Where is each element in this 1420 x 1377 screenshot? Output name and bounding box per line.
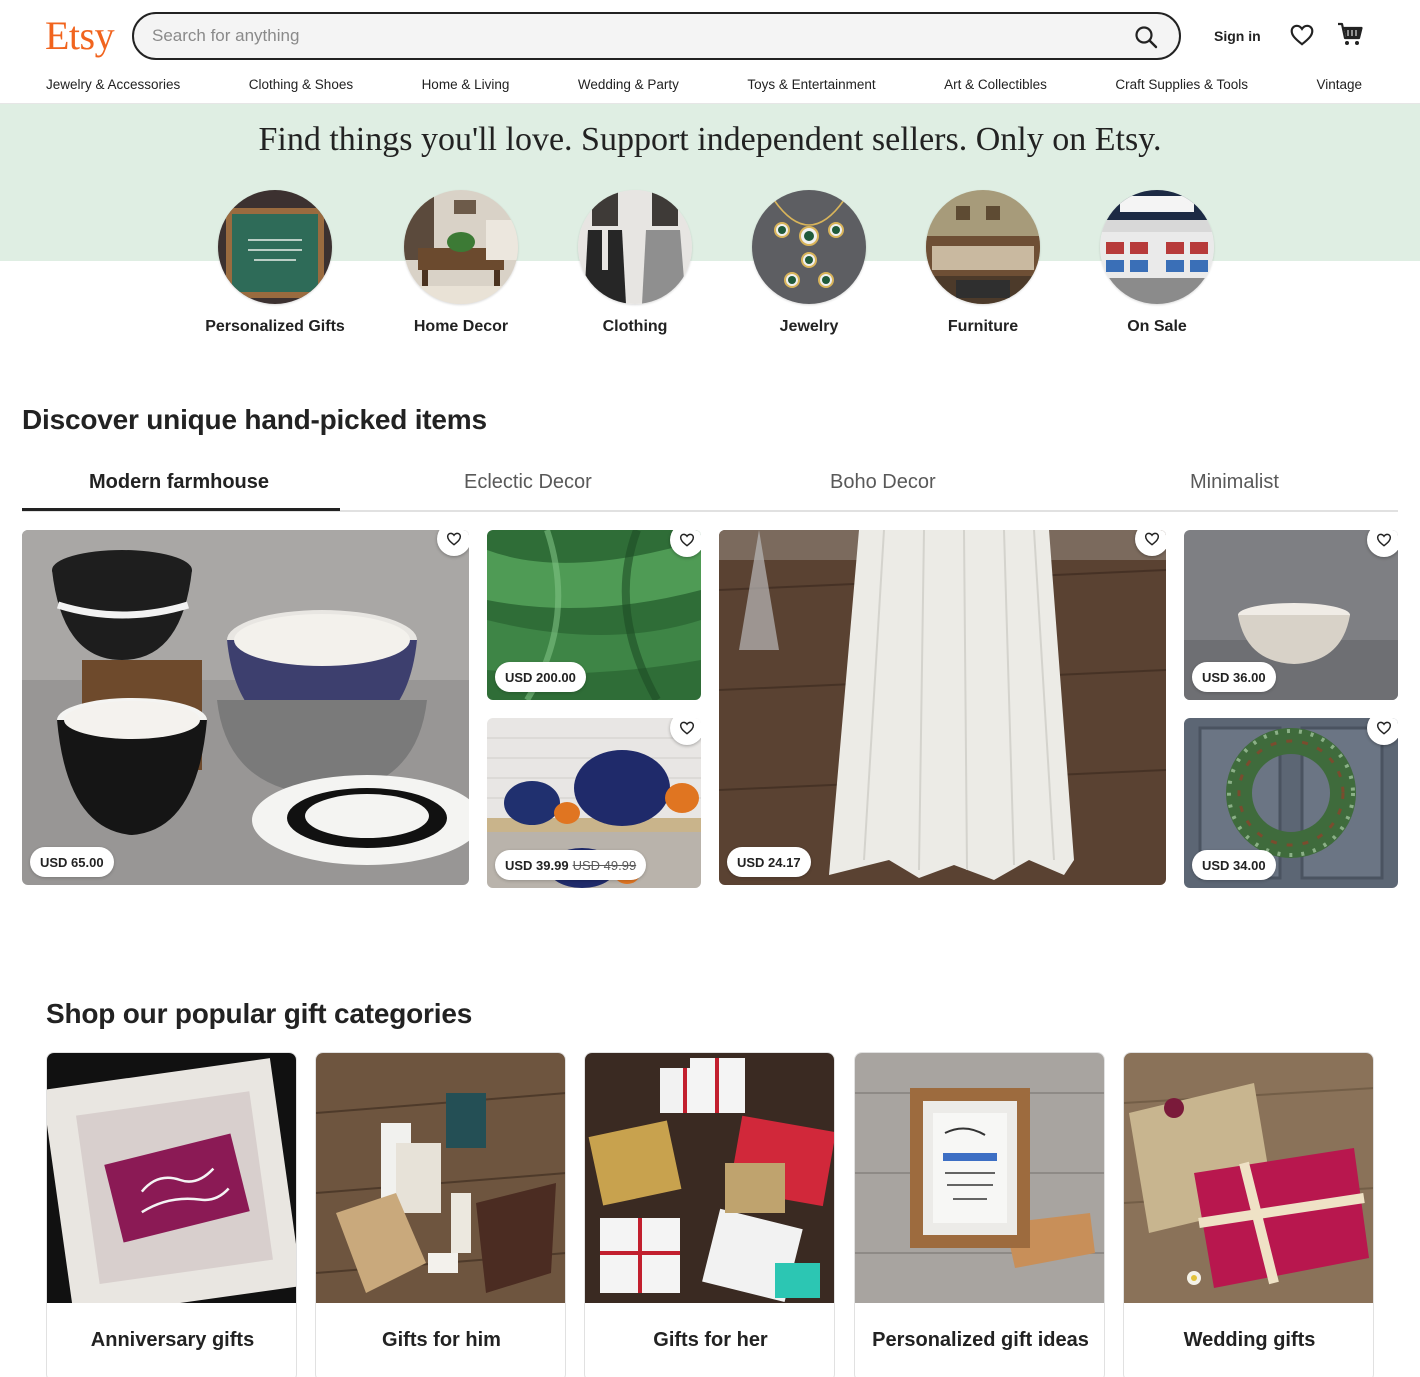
nav-item-vintage[interactable]: Vintage — [1316, 77, 1362, 92]
on-sale-image — [1100, 190, 1214, 304]
price-text: USD 200.00 — [505, 669, 576, 685]
price-text: USD 34.00 — [1202, 857, 1266, 873]
site-header: Etsy Sign in Jewelry & Accessories Cloth… — [0, 0, 1420, 104]
gift-image — [316, 1053, 565, 1303]
tab-modern-farmhouse[interactable]: Modern farmhouse — [89, 471, 269, 494]
nav-item-wedding-party[interactable]: Wedding & Party — [578, 77, 679, 92]
gift-label: Anniversary gifts — [90, 1329, 255, 1351]
gift-label: Wedding gifts — [1183, 1329, 1316, 1351]
circle-on-sale[interactable]: On Sale — [1067, 190, 1247, 336]
nav-item-jewelry-accessories[interactable]: Jewelry & Accessories — [46, 77, 180, 92]
circle-furniture[interactable]: Furniture — [893, 190, 1073, 336]
circle-home-decor[interactable]: Home Decor — [371, 190, 551, 336]
product-card[interactable]: USD 36.00 — [1184, 530, 1398, 700]
search-input[interactable] — [152, 23, 1112, 49]
gift-label: Gifts for her — [653, 1329, 768, 1351]
product-image — [22, 530, 469, 885]
etsy-logo[interactable]: Etsy — [45, 12, 115, 59]
nav-item-clothing-shoes[interactable]: Clothing & Shoes — [249, 77, 353, 92]
circle-label: Jewelry — [779, 318, 839, 335]
furniture-image — [926, 190, 1040, 304]
nav-item-toys-entertainment[interactable]: Toys & Entertainment — [747, 77, 875, 92]
gift-card-for-him[interactable]: Gifts for him — [315, 1052, 566, 1377]
gift-categories-heading: Shop our popular gift categories — [46, 998, 473, 1029]
gift-card-for-her[interactable]: Gifts for her — [584, 1052, 835, 1377]
product-card[interactable]: USD 34.00 — [1184, 718, 1398, 888]
gift-card-anniversary[interactable]: Anniversary gifts — [46, 1052, 297, 1377]
discover-tabs: Modern farmhouse Eclectic Decor Boho Dec… — [22, 467, 1398, 512]
nav-item-craft-supplies[interactable]: Craft Supplies & Tools — [1115, 77, 1248, 92]
circle-label: Clothing — [602, 318, 668, 335]
gift-image — [855, 1053, 1104, 1303]
gift-image — [585, 1053, 834, 1303]
circle-label: Personalized Gifts — [205, 318, 345, 335]
gift-image — [47, 1053, 296, 1303]
product-card[interactable]: USD 200.00 — [487, 530, 701, 700]
price-text: USD 24.17 — [737, 854, 801, 870]
tab-minimalist[interactable]: Minimalist — [1190, 471, 1279, 494]
discover-heading: Discover unique hand-picked items — [22, 404, 487, 435]
price-badge: USD 39.99 USD 49.99 — [495, 850, 647, 880]
active-tab-indicator — [22, 508, 340, 511]
tab-boho-decor[interactable]: Boho Decor — [830, 471, 936, 494]
sign-in-link[interactable]: Sign in — [1214, 28, 1261, 44]
product-image — [719, 530, 1166, 885]
jewelry-image — [752, 190, 866, 304]
nav-item-home-living[interactable]: Home & Living — [422, 77, 510, 92]
home-decor-image — [404, 190, 518, 304]
personalized-gifts-image — [218, 190, 332, 304]
price-text: USD 65.00 — [40, 854, 104, 870]
gift-label: Personalized gift ideas — [872, 1329, 1089, 1351]
cart-icon[interactable] — [1336, 20, 1364, 48]
price-text: USD 39.99 — [505, 857, 569, 873]
product-card[interactable]: USD 39.99 USD 49.99 — [487, 718, 701, 888]
product-card[interactable]: USD 24.17 — [719, 530, 1166, 885]
price-text: USD 36.00 — [1202, 669, 1266, 685]
gift-card-wedding[interactable]: Wedding gifts — [1123, 1052, 1374, 1377]
circle-clothing[interactable]: Clothing — [545, 190, 725, 336]
price-badge: USD 24.17 — [727, 847, 811, 877]
circle-personalized-gifts[interactable]: Personalized Gifts — [185, 190, 365, 336]
gift-label: Gifts for him — [382, 1329, 501, 1351]
price-badge: USD 200.00 — [495, 662, 586, 692]
original-price: USD 49.99 — [572, 857, 637, 873]
favorites-heart-icon[interactable] — [1289, 22, 1315, 48]
circle-label: Furniture — [947, 318, 1019, 335]
circle-label: On Sale — [1127, 318, 1187, 335]
circle-label: Home Decor — [413, 318, 509, 335]
price-badge: USD 65.00 — [30, 847, 114, 877]
clothing-image — [578, 190, 692, 304]
tab-eclectic-decor[interactable]: Eclectic Decor — [464, 471, 592, 494]
product-card[interactable]: USD 65.00 — [22, 530, 469, 885]
search-icon[interactable] — [1133, 24, 1159, 50]
search-bar[interactable] — [132, 12, 1181, 60]
nav-item-art-collectibles[interactable]: Art & Collectibles — [944, 77, 1047, 92]
gift-card-personalized[interactable]: Personalized gift ideas — [854, 1052, 1105, 1377]
gift-image — [1124, 1053, 1373, 1303]
category-nav: Jewelry & Accessories Clothing & Shoes H… — [46, 77, 1362, 92]
circle-jewelry[interactable]: Jewelry — [719, 190, 899, 336]
hero-title: Find things you'll love. Support indepen… — [258, 121, 1162, 158]
price-badge: USD 36.00 — [1192, 662, 1276, 692]
price-badge: USD 34.00 — [1192, 850, 1276, 880]
